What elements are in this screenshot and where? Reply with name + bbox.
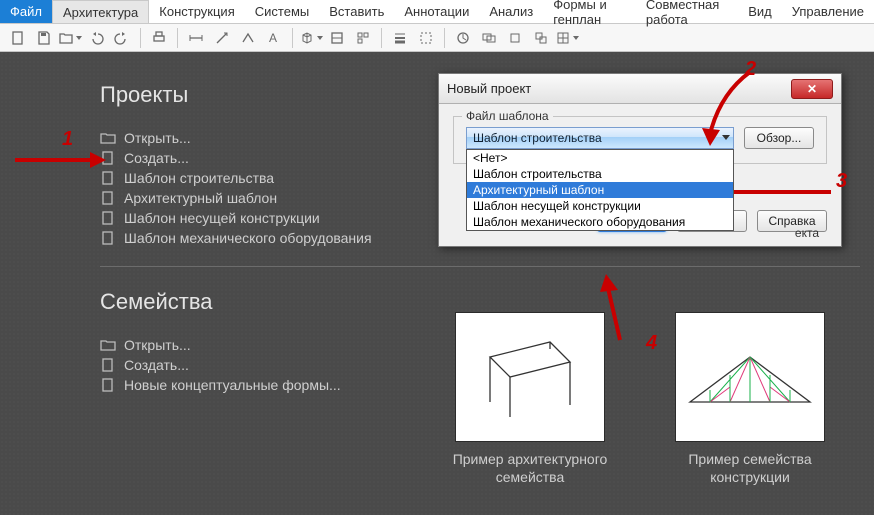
new-project-dialog: Новый проект ✕ Файл шаблона Шаблон строи…: [438, 73, 842, 247]
tab-analyze[interactable]: Анализ: [479, 0, 543, 23]
thumb-label: Пример семейства конструкции: [670, 450, 830, 486]
view-plan-icon[interactable]: [351, 27, 375, 49]
close-button[interactable]: ✕: [791, 79, 833, 99]
chevron-down-icon: [722, 135, 730, 140]
tab-file[interactable]: Файл: [0, 0, 52, 23]
divider: [100, 266, 860, 267]
doc-icon: [100, 378, 116, 392]
combo-option-none[interactable]: <Нет>: [467, 150, 733, 166]
tab-manage[interactable]: Управление: [782, 0, 874, 23]
group-label: Файл шаблона: [462, 109, 553, 123]
tab-systems[interactable]: Системы: [245, 0, 319, 23]
dialog-titlebar: Новый проект ✕: [439, 74, 841, 104]
folder-icon: [100, 131, 116, 145]
doc-icon: [100, 211, 116, 225]
link-label: Открыть...: [124, 130, 191, 146]
tab-collaborate[interactable]: Совместная работа: [636, 0, 738, 23]
family-thumbnails: Пример архитектурного семейства: [450, 312, 830, 486]
replicate-icon[interactable]: [503, 27, 527, 49]
text-icon[interactable]: A: [262, 27, 286, 49]
close-hidden-icon[interactable]: [414, 27, 438, 49]
combo-option-mechanical[interactable]: Шаблон механического оборудования: [467, 214, 733, 230]
tab-view[interactable]: Вид: [738, 0, 782, 23]
link-label: Открыть...: [124, 337, 191, 353]
link-label: Архитектурный шаблон: [124, 190, 277, 206]
undo-icon[interactable]: [84, 27, 108, 49]
tab-massing[interactable]: Формы и генплан: [543, 0, 636, 23]
thumb-architectural-family[interactable]: Пример архитектурного семейства: [450, 312, 610, 486]
link-label: Шаблон несущей конструкции: [124, 210, 320, 226]
template-file-group: Файл шаблона Шаблон строительства <Нет> …: [453, 116, 827, 164]
folder-icon: [100, 338, 116, 352]
print-icon[interactable]: [147, 27, 171, 49]
new-icon[interactable]: [6, 27, 30, 49]
doc-icon: [100, 171, 116, 185]
switch-windows-icon[interactable]: [477, 27, 501, 49]
browse-button[interactable]: Обзор...: [744, 127, 814, 149]
combo-option-architectural[interactable]: Архитектурный шаблон: [467, 182, 733, 198]
thumb-label: Пример архитектурного семейства: [450, 450, 610, 486]
annotation-number-1: 1: [62, 128, 73, 151]
dialog-title-text: Новый проект: [447, 81, 531, 96]
tab-insert[interactable]: Вставить: [319, 0, 394, 23]
dimension-icon[interactable]: [236, 27, 260, 49]
align-icon[interactable]: [210, 27, 234, 49]
template-combo[interactable]: Шаблон строительства <Нет> Шаблон строит…: [466, 127, 734, 149]
link-label: Новые концептуальные формы...: [124, 377, 341, 393]
svg-text:A: A: [269, 31, 277, 45]
measure-icon[interactable]: [184, 27, 208, 49]
link-label: Создать...: [124, 150, 189, 166]
3d-icon[interactable]: [299, 27, 323, 49]
cascade-icon[interactable]: [529, 27, 553, 49]
open-icon[interactable]: [58, 27, 82, 49]
annotation-number-4: 4: [646, 332, 657, 355]
combo-option-construction[interactable]: Шаблон строительства: [467, 166, 733, 182]
tile-icon[interactable]: [555, 27, 579, 49]
obscured-text: екта: [795, 226, 819, 240]
sync-icon[interactable]: [451, 27, 475, 49]
tab-structure[interactable]: Конструкция: [149, 0, 244, 23]
thumb-structural-family[interactable]: Пример семейства конструкции: [670, 312, 830, 486]
link-label: Шаблон строительства: [124, 170, 274, 186]
ribbon-tabs: Файл Архитектура Конструкция Системы Вст…: [0, 0, 874, 24]
doc-icon: [100, 358, 116, 372]
thumb-image: [455, 312, 605, 442]
annotation-number-2: 2: [745, 58, 756, 81]
quick-access-toolbar: A: [0, 24, 874, 52]
doc-icon: [100, 231, 116, 245]
tab-architecture[interactable]: Архитектура: [52, 0, 149, 23]
thumb-image: [675, 312, 825, 442]
section-icon[interactable]: [325, 27, 349, 49]
link-label: Создать...: [124, 357, 189, 373]
tab-annotate[interactable]: Аннотации: [394, 0, 479, 23]
doc-icon: [100, 191, 116, 205]
annotation-number-3: 3: [836, 170, 847, 193]
redo-icon[interactable]: [110, 27, 134, 49]
combo-dropdown-list: <Нет> Шаблон строительства Архитектурный…: [466, 149, 734, 231]
save-icon[interactable]: [32, 27, 56, 49]
combo-option-structural[interactable]: Шаблон несущей конструкции: [467, 198, 733, 214]
link-label: Шаблон механического оборудования: [124, 230, 372, 246]
thin-lines-icon[interactable]: [388, 27, 412, 49]
doc-icon: [100, 151, 116, 165]
combo-selected-value[interactable]: Шаблон строительства: [466, 127, 734, 149]
